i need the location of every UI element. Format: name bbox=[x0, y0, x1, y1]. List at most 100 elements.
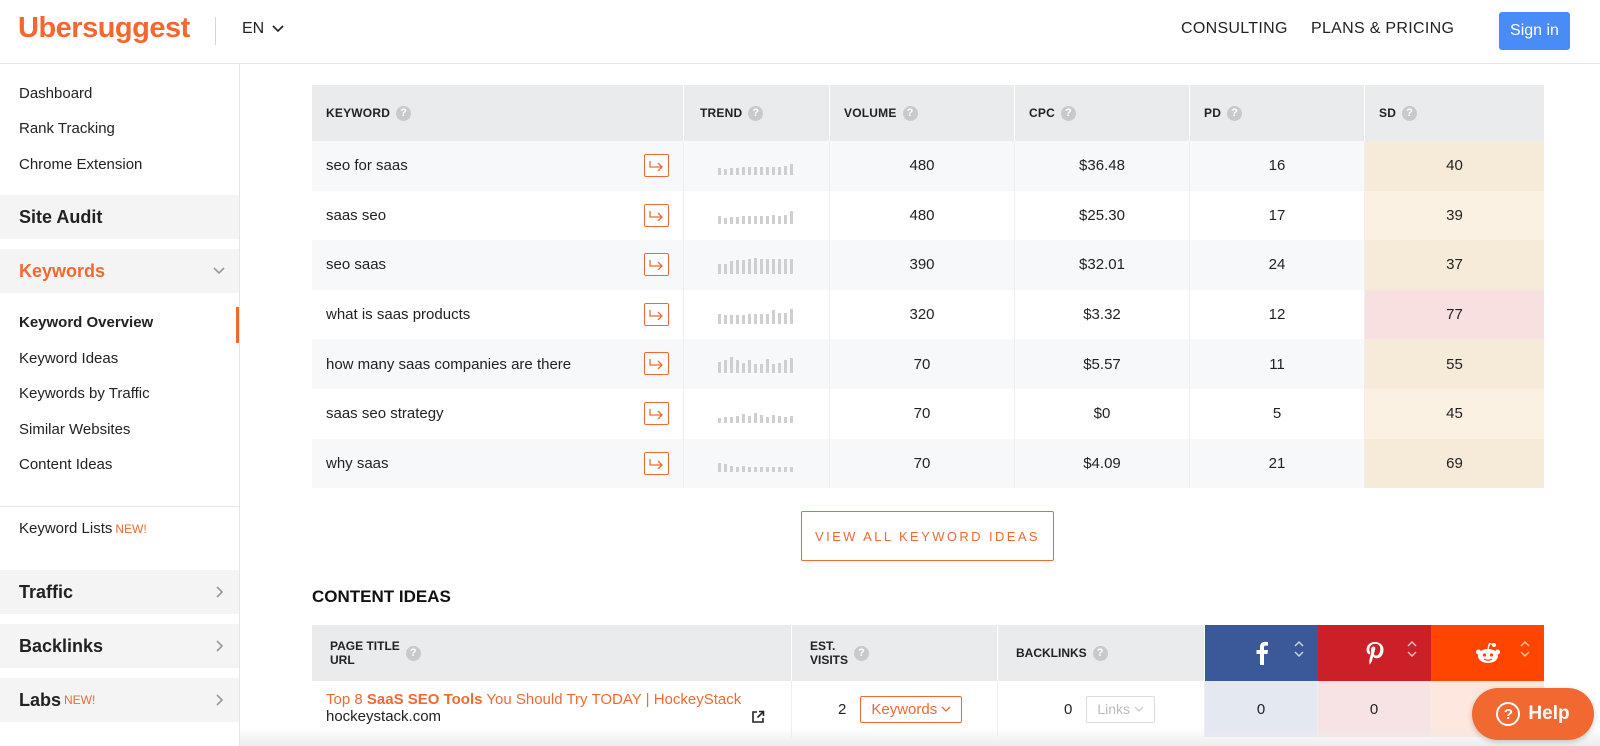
help-icon[interactable]: ? bbox=[1060, 105, 1076, 121]
sidebar-item-chrome-extension[interactable]: Chrome Extension bbox=[19, 156, 142, 173]
sidebar-divider bbox=[0, 506, 239, 507]
open-keyword-button[interactable] bbox=[644, 253, 669, 277]
open-keyword-button[interactable] bbox=[644, 302, 669, 326]
keyword-link[interactable]: how many saas companies are there bbox=[326, 356, 571, 373]
sidebar-section-keywords[interactable]: Keywords bbox=[0, 249, 239, 293]
table-row: saas seo 480 $25.30 17 39 bbox=[312, 190, 1544, 241]
sort-icon[interactable] bbox=[1520, 641, 1530, 657]
keyword-link[interactable]: seo for saas bbox=[326, 157, 408, 174]
col-header-cpc[interactable]: CPC? bbox=[1015, 85, 1190, 141]
keyword-link[interactable]: seo saas bbox=[326, 256, 386, 273]
trend-bar bbox=[718, 313, 721, 324]
page-title-link[interactable]: Top 8 SaaS SEO Tools You Should Try TODA… bbox=[326, 691, 791, 708]
keyword-link[interactable]: why saas bbox=[326, 455, 389, 472]
trend-bar bbox=[742, 314, 745, 324]
trend-bar bbox=[766, 313, 769, 324]
col-header-facebook[interactable] bbox=[1205, 625, 1318, 681]
trend-bar bbox=[766, 416, 769, 423]
sign-in-button[interactable]: Sign in bbox=[1499, 12, 1570, 50]
pd-cell: 21 bbox=[1190, 438, 1365, 489]
col-header-pd[interactable]: PD? bbox=[1190, 85, 1365, 141]
help-icon[interactable]: ? bbox=[1402, 105, 1418, 121]
cpc-cell: $3.32 bbox=[1015, 289, 1190, 340]
sort-icon[interactable] bbox=[1407, 641, 1417, 657]
open-keyword-button[interactable] bbox=[644, 352, 669, 376]
sort-icon[interactable] bbox=[1294, 641, 1304, 657]
col-header-page-title[interactable]: PAGE TITLE URL ? bbox=[312, 625, 792, 681]
sd-cell: 77 bbox=[1365, 289, 1544, 340]
col-header-backlinks[interactable]: BACKLINKS ? bbox=[998, 625, 1205, 681]
trend-cell bbox=[684, 438, 830, 489]
content-ideas-header: PAGE TITLE URL ? EST. VISITS ? BACKLINKS ? bbox=[312, 625, 1544, 681]
language-selector[interactable]: EN bbox=[242, 20, 284, 38]
trend-bar bbox=[772, 364, 775, 374]
volume-cell: 70 bbox=[830, 438, 1015, 489]
col-header-line: URL bbox=[330, 653, 355, 667]
active-indicator bbox=[236, 307, 239, 343]
trend-bar bbox=[736, 217, 739, 225]
logo[interactable]: Ubersuggest bbox=[18, 12, 190, 45]
trend-sparkline bbox=[718, 306, 793, 324]
open-keyword-button[interactable] bbox=[644, 451, 669, 475]
trend-bar bbox=[736, 314, 739, 324]
sidebar-item-dashboard[interactable]: Dashboard bbox=[19, 85, 92, 102]
trend-bar bbox=[718, 362, 721, 374]
open-keyword-button[interactable] bbox=[644, 203, 669, 227]
backlinks-value: 0 bbox=[1064, 700, 1073, 718]
sidebar-item-keyword-ideas[interactable]: Keyword Ideas bbox=[19, 350, 118, 367]
sidebar-item-keyword-lists[interactable]: Keyword Lists NEW! bbox=[19, 520, 147, 537]
help-icon[interactable]: ? bbox=[396, 105, 412, 121]
external-link-icon[interactable] bbox=[751, 710, 765, 724]
header-divider bbox=[215, 17, 216, 45]
help-icon[interactable]: ? bbox=[902, 105, 918, 121]
keyword-table-header: KEYWORD? TREND? VOLUME? CPC? PD? SD? bbox=[312, 85, 1544, 141]
sidebar-item-rank-tracking[interactable]: Rank Tracking bbox=[19, 120, 115, 137]
chevron-down-icon bbox=[213, 267, 225, 275]
sidebar-section-traffic[interactable]: Traffic bbox=[0, 570, 239, 614]
col-header-label: CPC bbox=[1029, 106, 1055, 120]
help-icon[interactable]: ? bbox=[405, 645, 421, 661]
trend-bar bbox=[778, 415, 781, 423]
arrow-right-icon bbox=[649, 359, 663, 370]
sidebar-item-keywords-by-traffic[interactable]: Keywords by Traffic bbox=[19, 385, 150, 402]
col-header-keyword[interactable]: KEYWORD? bbox=[312, 85, 684, 141]
trend-bar bbox=[772, 258, 775, 274]
col-header-pinterest[interactable] bbox=[1318, 625, 1431, 681]
trend-bar bbox=[742, 216, 745, 225]
plans-pricing-link[interactable]: PLANS & PRICING bbox=[1311, 20, 1454, 38]
sidebar-item-keyword-overview[interactable]: Keyword Overview bbox=[19, 314, 153, 331]
sidebar-item-similar-websites[interactable]: Similar Websites bbox=[19, 421, 130, 438]
help-icon[interactable]: ? bbox=[748, 105, 764, 121]
trend-bar bbox=[718, 167, 721, 175]
trend-bar bbox=[724, 218, 727, 225]
keyword-link[interactable]: saas seo strategy bbox=[326, 405, 444, 422]
trend-bar bbox=[790, 358, 793, 374]
trend-bar bbox=[778, 166, 781, 175]
help-icon[interactable]: ? bbox=[1092, 645, 1108, 661]
keyword-link[interactable]: saas seo bbox=[326, 207, 386, 224]
sidebar-item-content-ideas[interactable]: Content Ideas bbox=[19, 456, 112, 473]
sidebar-section-label: Backlinks bbox=[19, 635, 104, 656]
volume-cell: 320 bbox=[830, 289, 1015, 340]
help-button[interactable]: ? Help bbox=[1472, 688, 1594, 740]
keywords-dropdown-button[interactable]: Keywords bbox=[860, 695, 963, 723]
col-header-sd[interactable]: SD? bbox=[1365, 85, 1544, 141]
sidebar-section-site-audit[interactable]: Site Audit bbox=[0, 195, 239, 239]
col-header-reddit[interactable] bbox=[1431, 625, 1544, 681]
col-header-trend[interactable]: TREND? bbox=[684, 85, 830, 141]
help-icon[interactable]: ? bbox=[854, 645, 870, 661]
col-header-label: EST. VISITS bbox=[810, 639, 848, 667]
links-dropdown-button[interactable]: Links bbox=[1086, 695, 1156, 723]
col-header-volume[interactable]: VOLUME? bbox=[830, 85, 1015, 141]
open-keyword-button[interactable] bbox=[644, 401, 669, 425]
col-header-est-visits[interactable]: EST. VISITS ? bbox=[792, 625, 998, 681]
view-all-keyword-ideas-button[interactable]: VIEW ALL KEYWORD IDEAS bbox=[801, 511, 1054, 561]
sidebar-section-backlinks[interactable]: Backlinks bbox=[0, 624, 239, 668]
open-keyword-button[interactable] bbox=[644, 154, 669, 177]
sidebar-section-labs[interactable]: Labs NEW! bbox=[0, 678, 239, 722]
trend-bar bbox=[724, 464, 727, 473]
keyword-link[interactable]: what is saas products bbox=[326, 306, 470, 323]
trend-bar bbox=[742, 413, 745, 423]
help-icon[interactable]: ? bbox=[1227, 105, 1243, 121]
consulting-link[interactable]: CONSULTING bbox=[1181, 20, 1288, 38]
